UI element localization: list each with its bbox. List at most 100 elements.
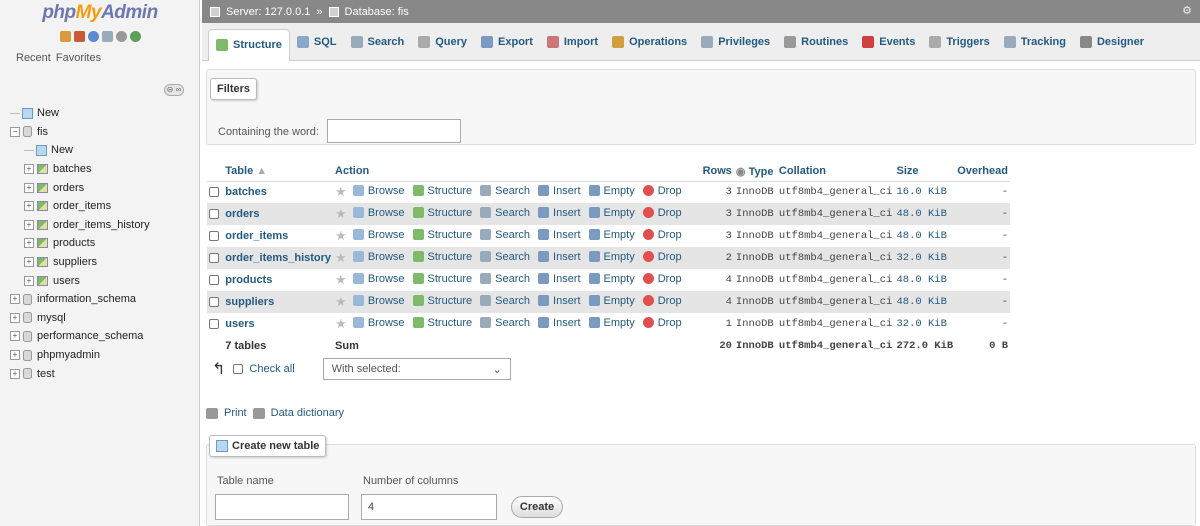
action-drop[interactable]: Drop: [642, 295, 682, 307]
tree-item-label[interactable]: performance_schema: [37, 330, 143, 342]
action-structure[interactable]: Structure: [412, 295, 472, 307]
action-structure[interactable]: Structure: [412, 251, 472, 263]
tab-triggers[interactable]: Triggers: [922, 28, 996, 56]
row-checkbox[interactable]: [209, 297, 219, 308]
tree-item[interactable]: + order_items: [10, 197, 200, 216]
action-browse[interactable]: Browse: [352, 251, 405, 263]
expand-icon[interactable]: +: [24, 219, 34, 230]
row-checkbox[interactable]: [209, 209, 219, 220]
row-checkbox[interactable]: [209, 187, 219, 198]
tree-item-label[interactable]: suppliers: [53, 256, 97, 268]
action-search[interactable]: Search: [480, 273, 530, 285]
action-insert[interactable]: Insert: [538, 185, 581, 197]
table-name-link[interactable]: users: [225, 318, 254, 330]
action-browse[interactable]: Browse: [352, 273, 405, 285]
phpmyadmin-logo[interactable]: phpMyAdmin: [0, 2, 200, 24]
tree-item-label[interactable]: orders: [53, 182, 84, 194]
table-name-link[interactable]: batches: [225, 186, 267, 198]
tab-sql[interactable]: SQL: [290, 28, 344, 56]
action-insert[interactable]: Insert: [538, 229, 581, 241]
favorite-star-icon[interactable]: ★: [335, 250, 347, 265]
expand-icon[interactable]: +: [24, 182, 34, 193]
expand-icon[interactable]: +: [24, 238, 34, 249]
expand-icon[interactable]: +: [24, 164, 34, 175]
reload-icon[interactable]: [130, 31, 141, 42]
expand-icon[interactable]: +: [24, 201, 34, 212]
tree-item[interactable]: + order_items_history: [10, 216, 200, 235]
action-empty[interactable]: Empty: [588, 185, 635, 197]
tree-item-label[interactable]: order_items: [53, 200, 111, 212]
tree-item[interactable]: + batches: [10, 160, 200, 179]
tree-item-label[interactable]: products: [53, 237, 95, 249]
favorite-star-icon[interactable]: ★: [335, 294, 347, 309]
tree-item-label[interactable]: test: [37, 368, 55, 380]
tab-designer[interactable]: Designer: [1073, 28, 1151, 56]
tree-item[interactable]: + suppliers: [10, 253, 200, 272]
row-size[interactable]: 48.0 KiB: [894, 203, 956, 225]
header-rows[interactable]: Rows: [700, 162, 734, 182]
action-insert[interactable]: Insert: [538, 251, 581, 263]
table-name-input[interactable]: [215, 494, 349, 520]
action-drop[interactable]: Drop: [642, 229, 682, 241]
action-drop[interactable]: Drop: [642, 317, 682, 329]
tree-item-label[interactable]: phpmyadmin: [37, 349, 100, 361]
header-table[interactable]: Table ▲: [223, 162, 334, 182]
tree-item-label[interactable]: mysql: [37, 312, 66, 324]
nav-tab-favorites[interactable]: Favorites: [56, 52, 101, 64]
header-type[interactable]: ◉ Type: [733, 162, 777, 182]
action-search[interactable]: Search: [480, 317, 530, 329]
header-overhead[interactable]: Overhead: [955, 162, 1010, 182]
tree-item[interactable]: + mysql: [10, 309, 200, 328]
action-empty[interactable]: Empty: [588, 273, 635, 285]
tab-structure[interactable]: Structure: [208, 28, 290, 61]
breadcrumb-database[interactable]: Database: fis: [345, 6, 409, 18]
print-link[interactable]: Print: [224, 407, 247, 419]
action-search[interactable]: Search: [480, 229, 530, 241]
action-drop[interactable]: Drop: [642, 251, 682, 263]
action-structure[interactable]: Structure: [412, 317, 472, 329]
row-size[interactable]: 32.0 KiB: [894, 313, 956, 335]
row-size[interactable]: 48.0 KiB: [894, 269, 956, 291]
table-name-link[interactable]: suppliers: [225, 296, 274, 308]
action-insert[interactable]: Insert: [538, 295, 581, 307]
table-name-link[interactable]: order_items_history: [225, 252, 331, 264]
tree-item[interactable]: + users: [10, 271, 200, 290]
tab-privileges[interactable]: Privileges: [694, 28, 777, 56]
check-all-label[interactable]: Check all: [249, 363, 294, 375]
columns-input[interactable]: 4: [361, 494, 497, 520]
action-empty[interactable]: Empty: [588, 207, 635, 219]
breadcrumb-server[interactable]: Server: 127.0.0.1: [226, 6, 310, 18]
docs-icon[interactable]: [102, 31, 113, 42]
action-insert[interactable]: Insert: [538, 273, 581, 285]
logout-icon[interactable]: [74, 31, 85, 42]
action-search[interactable]: Search: [480, 251, 530, 263]
row-size[interactable]: 32.0 KiB: [894, 247, 956, 269]
tree-item-label[interactable]: fis: [37, 126, 48, 138]
action-search[interactable]: Search: [480, 185, 530, 197]
create-button[interactable]: Create: [511, 496, 563, 518]
favorite-star-icon[interactable]: ★: [335, 184, 347, 199]
action-insert[interactable]: Insert: [538, 317, 581, 329]
tab-routines[interactable]: Routines: [777, 28, 855, 56]
action-empty[interactable]: Empty: [588, 317, 635, 329]
tree-item[interactable]: + orders: [10, 178, 200, 197]
tab-query[interactable]: Query: [411, 28, 474, 56]
tree-item[interactable]: + performance_schema: [10, 327, 200, 346]
favorite-star-icon[interactable]: ★: [335, 206, 347, 221]
tree-item-label[interactable]: information_schema: [37, 293, 136, 305]
table-name-link[interactable]: order_items: [225, 230, 288, 242]
action-empty[interactable]: Empty: [588, 251, 635, 263]
row-checkbox[interactable]: [209, 253, 219, 264]
expand-icon[interactable]: +: [10, 312, 20, 323]
row-checkbox[interactable]: [209, 275, 219, 286]
action-structure[interactable]: Structure: [412, 273, 472, 285]
tab-import[interactable]: Import: [540, 28, 605, 56]
action-browse[interactable]: Browse: [352, 185, 405, 197]
expand-icon[interactable]: +: [10, 331, 20, 342]
table-name-link[interactable]: products: [225, 274, 272, 286]
expand-icon[interactable]: +: [10, 350, 20, 361]
settings-icon[interactable]: [116, 31, 127, 42]
expand-icon[interactable]: +: [10, 294, 20, 305]
nav-tab-recent[interactable]: Recent: [16, 52, 51, 64]
table-name-link[interactable]: orders: [225, 208, 259, 220]
